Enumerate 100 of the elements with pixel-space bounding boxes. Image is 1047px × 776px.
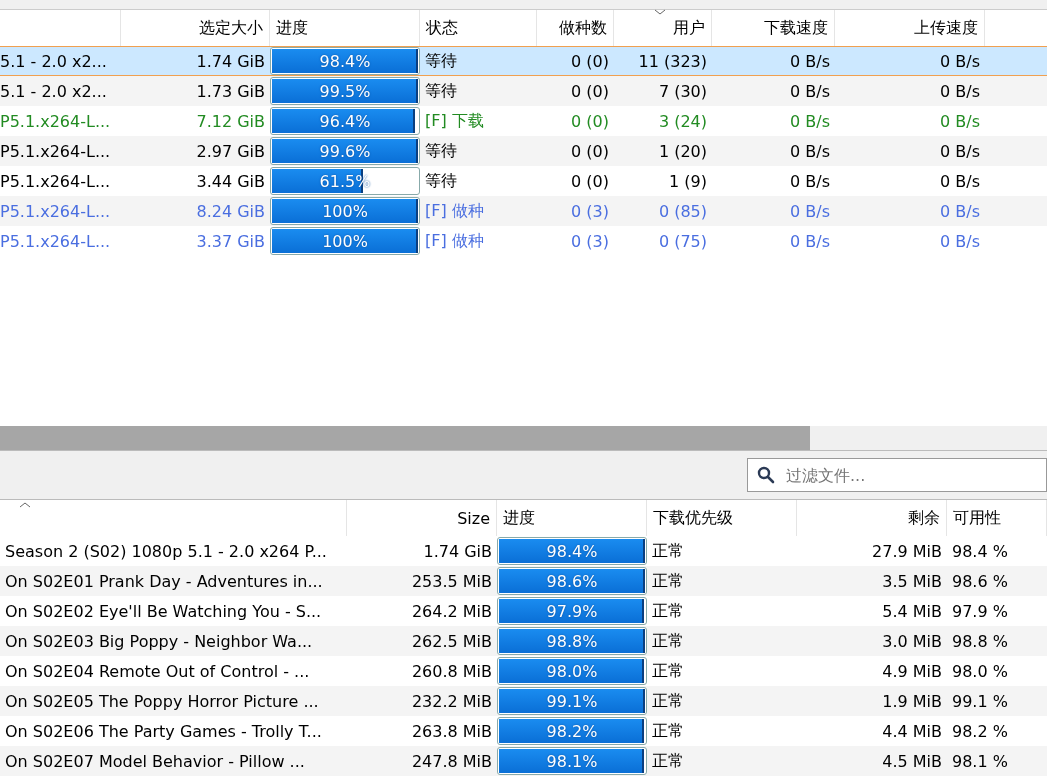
file-name: On S02E02 Eye'll Be Watching You - S... bbox=[4, 601, 323, 621]
progress-text: 98.6% bbox=[545, 570, 599, 593]
torrent-row[interactable]: P5.1.x264-L... 2.97 GiB 99.6% 等待 0 (0) 1 (20) 0 B/s 0 B/s bbox=[0, 136, 1047, 166]
torrent-row[interactable]: P5.1.x264-L... 3.37 GiB 100% [F] 做种 0 (3) 0 (75) 0 B/s 0 B/s bbox=[0, 226, 1047, 256]
torrent-name: P5.1.x264-L... bbox=[0, 141, 112, 161]
column-header[interactable]: 选定大小 bbox=[199, 17, 263, 39]
progress-text: 99.1% bbox=[545, 690, 599, 713]
download-speed-cell-text: 0 B/s bbox=[789, 201, 831, 221]
priority-cell-text: 正常 bbox=[651, 630, 685, 652]
column-header[interactable]: 用户 bbox=[673, 17, 705, 39]
download-speed-cell-text: 0 B/s bbox=[789, 81, 831, 101]
torrent-row[interactable]: P5.1.x264-L... 8.24 GiB 100% [F] 做种 0 (3) 0 (85) 0 B/s 0 B/s bbox=[0, 196, 1047, 226]
size-cell-text: 232.2 MiB bbox=[410, 691, 493, 711]
size-cell-text: 8.24 GiB bbox=[195, 201, 266, 221]
progress-text: 97.9% bbox=[545, 600, 599, 623]
torrent-row[interactable]: 5.1 - 2.0 x2... 1.74 GiB 98.4% 等待 0 (0) 11 (323) 0 B/s 0 B/s bbox=[0, 46, 1047, 76]
progress-text: 99.6% bbox=[318, 140, 372, 163]
progress-text: 98.2% bbox=[545, 720, 599, 743]
column-header[interactable]: 状态 bbox=[426, 17, 458, 39]
size-cell-text: 260.8 MiB bbox=[410, 661, 493, 681]
column-header[interactable]: 下载速度 bbox=[764, 17, 828, 39]
scrollbar-thumb[interactable] bbox=[0, 426, 810, 450]
size-cell-text: 3.37 GiB bbox=[195, 231, 266, 251]
search-icon bbox=[757, 466, 775, 484]
file-name: On S02E07 Model Behavior - Pillow ... bbox=[4, 751, 306, 771]
progress-text: 98.4% bbox=[318, 50, 372, 73]
availability-cell-text: 98.4 % bbox=[951, 541, 1009, 561]
peers-cell-text: 11 (323) bbox=[637, 51, 708, 71]
availability-cell-text: 98.1 % bbox=[951, 751, 1009, 771]
seeds-cell-text: 0 (0) bbox=[570, 141, 610, 161]
size-cell-text: 2.97 GiB bbox=[195, 141, 266, 161]
seeds-cell-text: 0 (3) bbox=[570, 201, 610, 221]
size-cell-text: 263.8 MiB bbox=[410, 721, 493, 741]
priority-cell-text: 正常 bbox=[651, 600, 685, 622]
upload-speed-cell-text: 0 B/s bbox=[939, 81, 981, 101]
file-name: On S02E01 Prank Day - Adventures in... bbox=[4, 571, 324, 591]
progress-text: 98.0% bbox=[545, 660, 599, 683]
download-speed-cell-text: 0 B/s bbox=[789, 111, 831, 131]
filter-field[interactable]: 过滤文件... bbox=[747, 458, 1047, 492]
torrent-name: P5.1.x264-L... bbox=[0, 201, 112, 221]
progress-text: 100% bbox=[321, 200, 369, 223]
horizontal-scrollbar[interactable] bbox=[0, 426, 1047, 451]
remaining-cell-text: 27.9 MiB bbox=[871, 541, 943, 561]
peers-cell-text: 0 (85) bbox=[657, 201, 708, 221]
status-cell-text: [F] 下载 bbox=[424, 110, 485, 132]
availability-cell-text: 98.8 % bbox=[951, 631, 1009, 651]
progress-text: 99.5% bbox=[318, 80, 372, 103]
download-speed-cell-text: 0 B/s bbox=[789, 231, 831, 251]
status-cell-text: [F] 做种 bbox=[424, 200, 485, 222]
upload-speed-cell-text: 0 B/s bbox=[939, 141, 981, 161]
seeds-cell-text: 0 (0) bbox=[570, 51, 610, 71]
column-header[interactable]: 可用性 bbox=[953, 507, 1001, 529]
download-speed-cell-text: 0 B/s bbox=[789, 51, 831, 71]
column-header[interactable]: 剩余 bbox=[908, 507, 940, 529]
seeds-cell-text: 0 (0) bbox=[570, 171, 610, 191]
torrent-name: P5.1.x264-L... bbox=[0, 111, 112, 131]
size-cell-text: 1.74 GiB bbox=[422, 541, 493, 561]
file-name: On S02E04 Remote Out of Control - ... bbox=[4, 661, 311, 681]
torrent-name: P5.1.x264-L... bbox=[0, 231, 112, 251]
size-cell-text: 262.5 MiB bbox=[410, 631, 493, 651]
torrent-name: 5.1 - 2.0 x2... bbox=[0, 81, 108, 101]
column-header[interactable]: 上传速度 bbox=[914, 17, 978, 39]
status-cell-text: 等待 bbox=[424, 50, 458, 72]
availability-cell-text: 98.0 % bbox=[951, 661, 1009, 681]
column-header[interactable]: Size bbox=[457, 508, 490, 528]
download-speed-cell-text: 0 B/s bbox=[789, 171, 831, 191]
peers-cell-text: 1 (9) bbox=[668, 171, 708, 191]
download-speed-cell-text: 0 B/s bbox=[789, 141, 831, 161]
torrent-name: 5.1 - 2.0 x2... bbox=[0, 51, 108, 71]
torrent-name: P5.1.x264-L... bbox=[0, 171, 112, 191]
status-cell-text: 等待 bbox=[424, 170, 458, 192]
upload-speed-cell-text: 0 B/s bbox=[939, 51, 981, 71]
file-name: On S02E03 Big Poppy - Neighbor Wa... bbox=[4, 631, 314, 651]
remaining-cell-text: 4.5 MiB bbox=[881, 751, 943, 771]
upload-speed-cell-text: 0 B/s bbox=[939, 201, 981, 221]
column-header[interactable]: 下载优先级 bbox=[653, 507, 733, 529]
priority-cell-text: 正常 bbox=[651, 660, 685, 682]
remaining-cell-text: 3.5 MiB bbox=[881, 571, 943, 591]
progress-text: 100% bbox=[321, 230, 369, 253]
remaining-cell-text: 1.9 MiB bbox=[881, 691, 943, 711]
seeds-cell-text: 0 (3) bbox=[570, 231, 610, 251]
status-cell-text: 等待 bbox=[424, 140, 458, 162]
priority-cell-text: 正常 bbox=[651, 720, 685, 742]
column-header[interactable]: 进度 bbox=[503, 507, 535, 529]
file-name: On S02E05 The Poppy Horror Picture ... bbox=[4, 691, 320, 711]
availability-cell-text: 97.9 % bbox=[951, 601, 1009, 621]
peers-cell-text: 7 (30) bbox=[657, 81, 708, 101]
status-cell-text: 等待 bbox=[424, 80, 458, 102]
seeds-cell-text: 0 (0) bbox=[570, 111, 610, 131]
file-name: On S02E06 The Party Games - Trolly T... bbox=[4, 721, 323, 741]
availability-cell-text: 98.2 % bbox=[951, 721, 1009, 741]
priority-cell-text: 正常 bbox=[651, 570, 685, 592]
availability-cell-text: 98.6 % bbox=[951, 571, 1009, 591]
remaining-cell-text: 3.0 MiB bbox=[881, 631, 943, 651]
torrent-row[interactable]: 5.1 - 2.0 x2... 1.73 GiB 99.5% 等待 0 (0) 7 (30) 0 B/s 0 B/s bbox=[0, 76, 1047, 106]
upload-speed-cell-text: 0 B/s bbox=[939, 231, 981, 251]
size-cell-text: 3.44 GiB bbox=[195, 171, 266, 191]
column-header[interactable]: 做种数 bbox=[559, 17, 607, 39]
column-header[interactable]: 进度 bbox=[276, 17, 308, 39]
torrent-row[interactable]: P5.1.x264-L... 7.12 GiB 96.4% [F] 下载 0 (0) 3 (24) 0 B/s 0 B/s bbox=[0, 106, 1047, 136]
